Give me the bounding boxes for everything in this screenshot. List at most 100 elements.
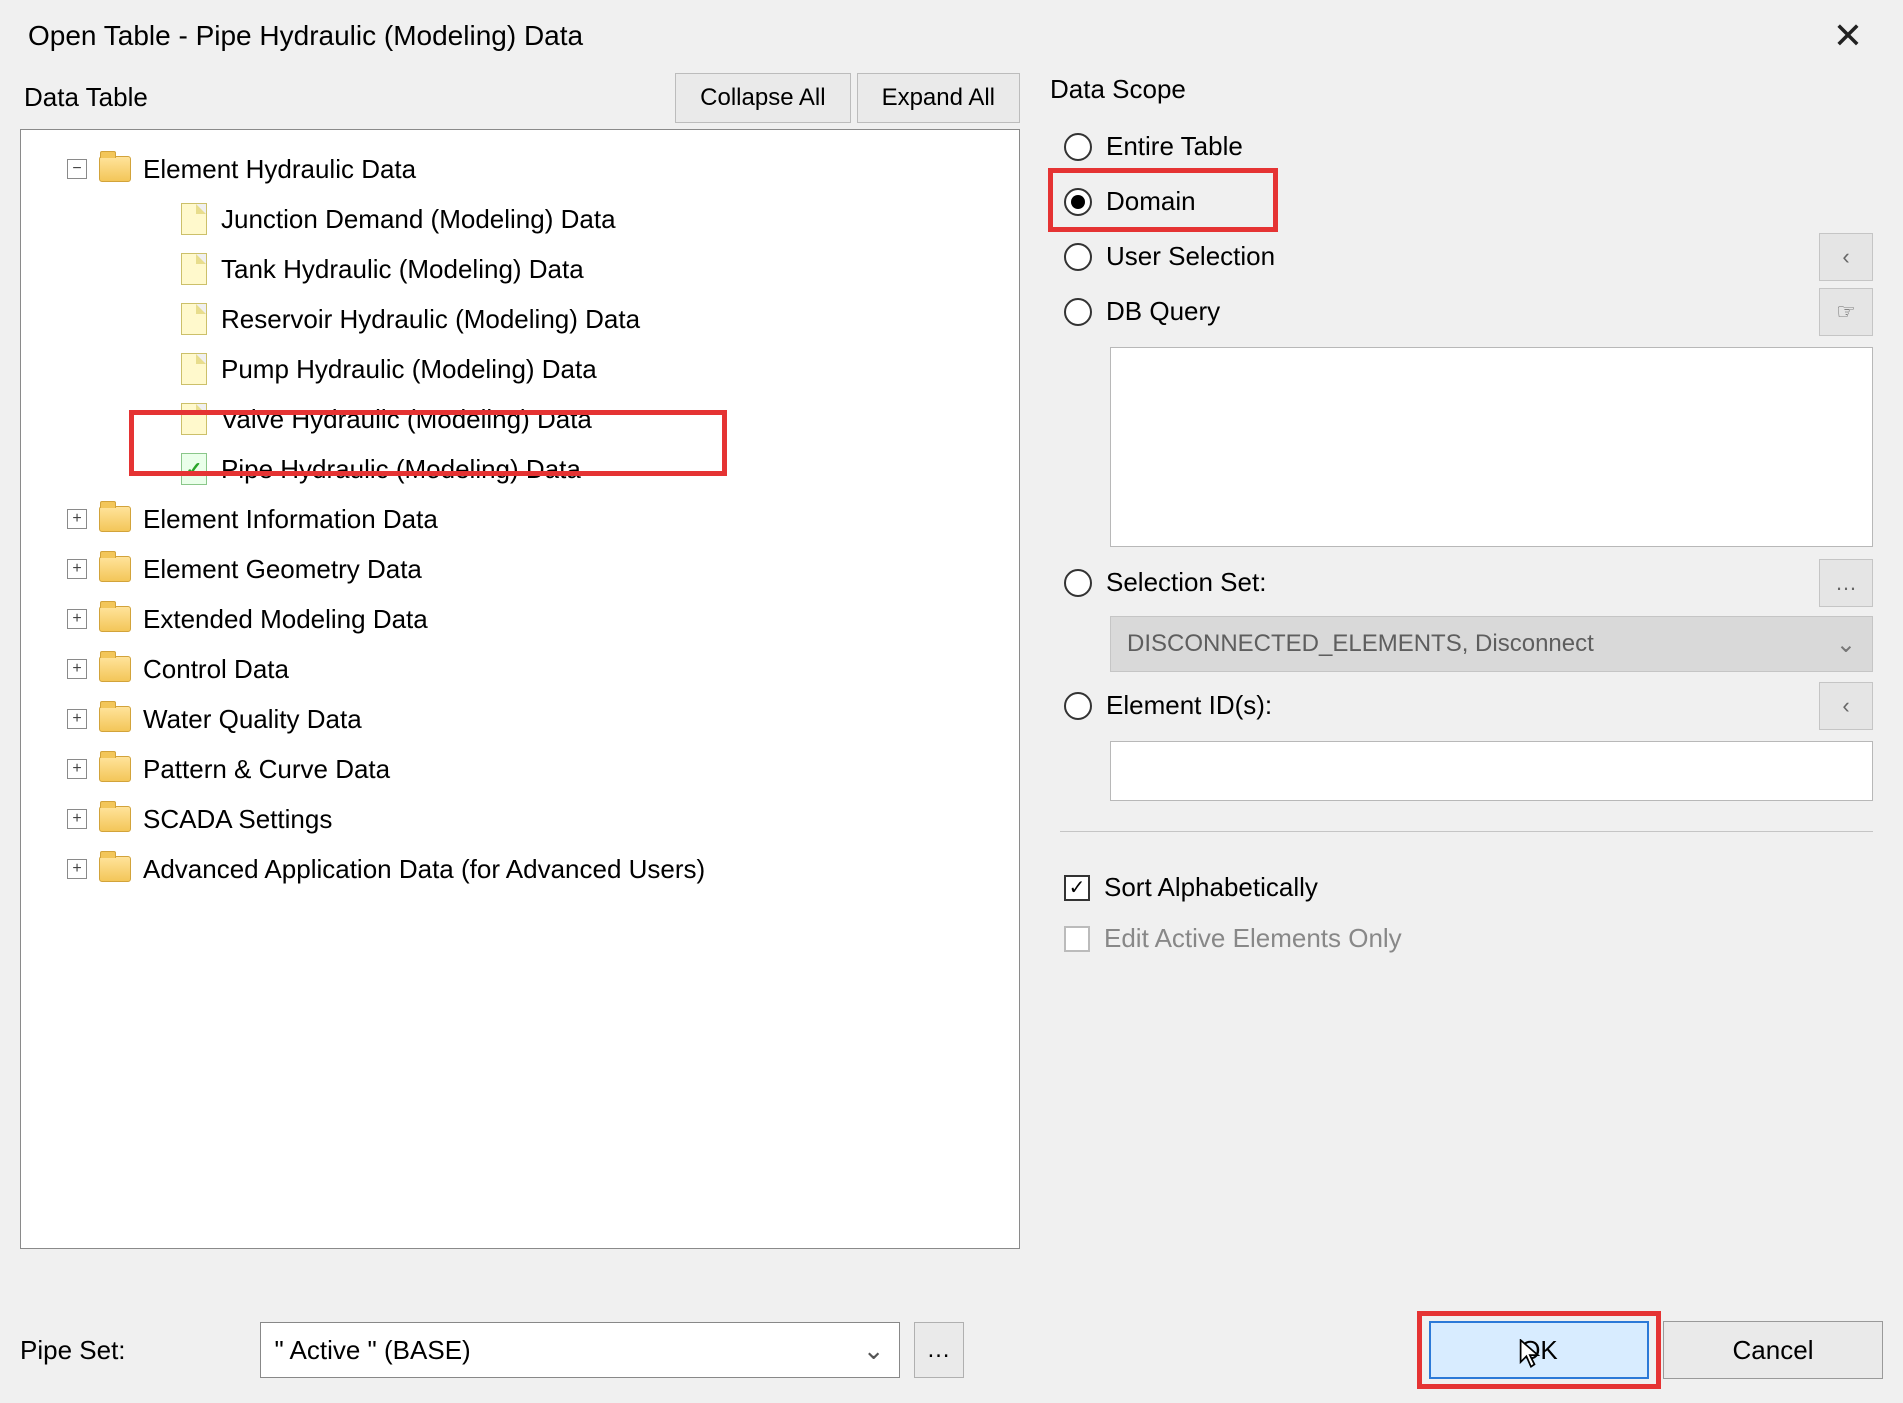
file-icon [181,203,207,235]
pipe-set-more-button[interactable]: … [914,1322,964,1378]
expand-icon[interactable] [67,509,87,529]
tree-node-element-geometry[interactable]: Element Geometry Data [29,544,1011,594]
radio-icon[interactable] [1064,692,1092,720]
left-panel: Data Table Collapse All Expand All Eleme… [20,72,1020,1249]
tree-node-pattern-curve[interactable]: Pattern & Curve Data [29,744,1011,794]
selection-set-dropdown[interactable]: DISCONNECTED_ELEMENTS, Disconnect ⌄ [1110,616,1873,672]
tree-label: Pump Hydraulic (Modeling) Data [221,354,597,385]
radio-label: Element ID(s): [1106,690,1272,721]
expand-icon[interactable] [67,609,87,629]
radio-icon[interactable] [1064,569,1092,597]
data-table-label: Data Table [20,72,669,123]
close-icon[interactable]: ✕ [1821,18,1875,54]
file-icon [181,303,207,335]
tree-label: Junction Demand (Modeling) Data [221,204,616,235]
expand-icon[interactable] [67,709,87,729]
open-table-dialog: Open Table - Pipe Hydraulic (Modeling) D… [0,0,1903,1403]
tree-node-scada[interactable]: SCADA Settings [29,794,1011,844]
tree-node-control-data[interactable]: Control Data [29,644,1011,694]
checkbox-icon[interactable] [1064,926,1090,952]
separator [1060,831,1873,832]
expand-icon[interactable] [67,559,87,579]
radio-label: DB Query [1106,296,1220,327]
radio-icon[interactable] [1064,243,1092,271]
cancel-button[interactable]: Cancel [1663,1321,1883,1379]
radio-icon[interactable] [1064,133,1092,161]
expand-icon[interactable] [67,759,87,779]
expand-icon[interactable] [67,809,87,829]
tree-label: Element Hydraulic Data [143,154,416,185]
back-icon[interactable]: ‹ [1819,682,1873,730]
radio-element-ids[interactable]: Element ID(s): ‹ [1050,678,1883,733]
expand-icon[interactable] [67,659,87,679]
radio-label: Domain [1106,186,1196,217]
pipe-set-dropdown[interactable]: " Active " (BASE) ⌄ [260,1322,900,1378]
tree-label: Pipe Hydraulic (Modeling) Data [221,454,581,485]
radio-icon[interactable] [1064,188,1092,216]
checkbox-edit-active[interactable]: Edit Active Elements Only [1050,913,1883,964]
tree-node-extended-modeling[interactable]: Extended Modeling Data [29,594,1011,644]
file-icon [181,353,207,385]
tree-leaf-tank-hydraulic[interactable]: Tank Hydraulic (Modeling) Data [29,244,1011,294]
data-scope-title: Data Scope [1050,74,1883,105]
tree-label: Control Data [143,654,289,685]
checkbox-icon[interactable] [1064,875,1090,901]
pointer-icon[interactable]: ☞ [1819,288,1873,336]
folder-icon [99,856,131,882]
db-query-textbox[interactable] [1110,347,1873,547]
tree-label: Pattern & Curve Data [143,754,390,785]
titlebar: Open Table - Pipe Hydraulic (Modeling) D… [0,0,1903,72]
dialog-title: Open Table - Pipe Hydraulic (Modeling) D… [28,20,583,52]
ok-button[interactable]: OK [1429,1321,1649,1379]
radio-selection-set[interactable]: Selection Set: … [1050,555,1883,610]
checkbox-sort-alpha[interactable]: Sort Alphabetically [1050,862,1883,913]
tree-leaf-pump-hydraulic[interactable]: Pump Hydraulic (Modeling) Data [29,344,1011,394]
folder-icon [99,506,131,532]
file-icon [181,403,207,435]
folder-icon [99,806,131,832]
tree-leaf-junction-demand[interactable]: Junction Demand (Modeling) Data [29,194,1011,244]
folder-icon [99,756,131,782]
tree-node-advanced[interactable]: Advanced Application Data (for Advanced … [29,844,1011,894]
dialog-footer: Pipe Set: " Active " (BASE) ⌄ … OK Cance… [20,1315,1883,1385]
tree-label: Tank Hydraulic (Modeling) Data [221,254,584,285]
collapse-all-button[interactable]: Collapse All [675,73,850,123]
tree-label: Valve Hydraulic (Modeling) Data [221,404,592,435]
radio-entire-table[interactable]: Entire Table [1050,119,1883,174]
tree-label: Advanced Application Data (for Advanced … [143,854,705,885]
ok-label: OK [1520,1335,1558,1366]
tree-label: Water Quality Data [143,704,362,735]
tree-node-water-quality[interactable]: Water Quality Data [29,694,1011,744]
checkbox-label: Sort Alphabetically [1104,872,1318,903]
data-table-tree[interactable]: Element Hydraulic Data Junction Demand (… [20,129,1020,1249]
radio-domain[interactable]: Domain [1050,174,1883,229]
radio-db-query[interactable]: DB Query ☞ [1050,284,1883,339]
expand-all-button[interactable]: Expand All [857,73,1020,123]
ellipsis-icon[interactable]: … [1819,559,1873,607]
radio-icon[interactable] [1064,298,1092,326]
tree-node-element-information[interactable]: Element Information Data [29,494,1011,544]
selection-set-value: DISCONNECTED_ELEMENTS, Disconnect [1127,630,1594,658]
back-icon[interactable]: ‹ [1819,233,1873,281]
tree-leaf-valve-hydraulic[interactable]: Valve Hydraulic (Modeling) Data [29,394,1011,444]
chevron-down-icon: ⌄ [863,1335,885,1366]
expand-icon[interactable] [67,859,87,879]
radio-user-selection[interactable]: User Selection ‹ [1050,229,1883,284]
radio-label: Selection Set: [1106,567,1266,598]
tree-leaf-reservoir-hydraulic[interactable]: Reservoir Hydraulic (Modeling) Data [29,294,1011,344]
folder-icon [99,706,131,732]
tree-node-element-hydraulic[interactable]: Element Hydraulic Data [29,144,1011,194]
element-ids-textbox[interactable] [1110,741,1873,801]
folder-icon [99,606,131,632]
tree-leaf-pipe-hydraulic[interactable]: Pipe Hydraulic (Modeling) Data [29,444,1011,494]
radio-label: Entire Table [1106,131,1243,162]
tree-label: SCADA Settings [143,804,332,835]
tree-label: Reservoir Hydraulic (Modeling) Data [221,304,640,335]
tree-label: Element Geometry Data [143,554,422,585]
file-icon [181,253,207,285]
checkbox-label: Edit Active Elements Only [1104,923,1402,954]
collapse-icon[interactable] [67,159,87,179]
data-scope-panel: Data Scope Entire Table Domain User Sele… [1050,72,1883,1249]
pipe-set-value: " Active " (BASE) [275,1335,471,1366]
chevron-down-icon: ⌄ [1836,630,1856,659]
